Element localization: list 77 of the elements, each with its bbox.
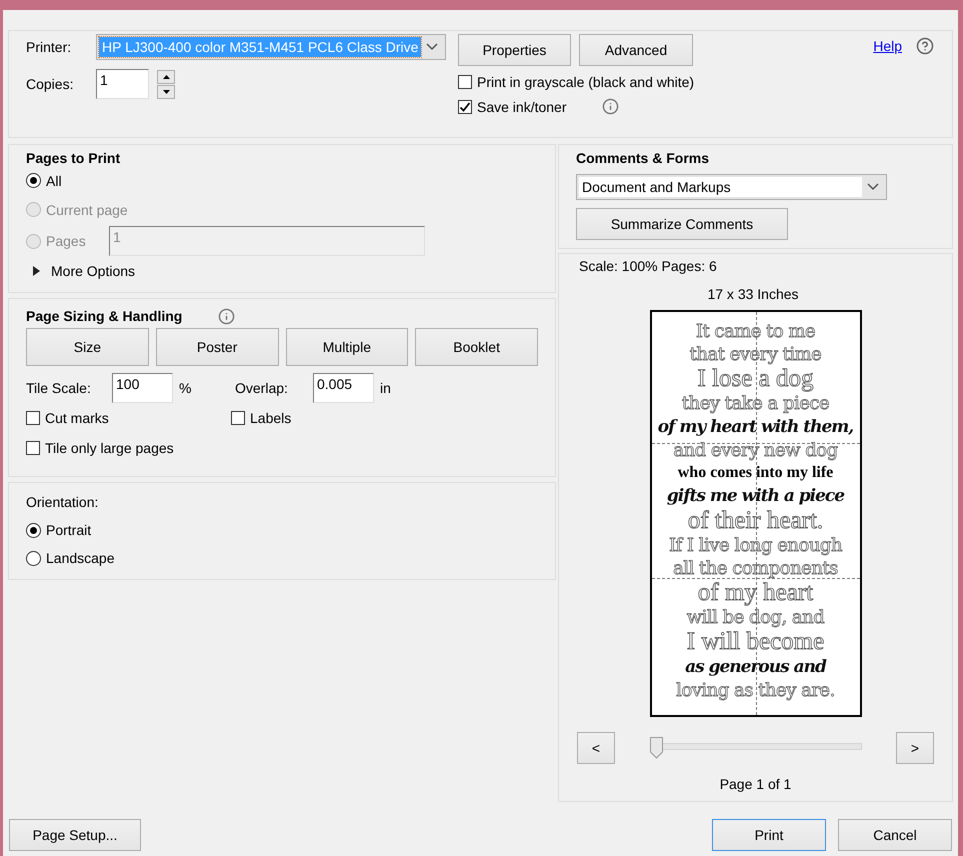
chevron-down-icon[interactable] <box>426 43 438 51</box>
mode-button[interactable]: Size <box>26 328 149 366</box>
slider-thumb[interactable] <box>650 737 662 759</box>
printer-label: Printer: <box>26 39 72 55</box>
radio-button[interactable] <box>26 522 41 538</box>
dialog-button[interactable]: Properties <box>458 34 571 66</box>
scale-info: Scale: 100% Pages: 6 <box>579 258 717 274</box>
copies-label: Copies: <box>26 76 74 92</box>
dialog-button[interactable]: Advanced <box>579 34 693 66</box>
page-slider[interactable] <box>650 737 862 759</box>
print-button[interactable]: Print <box>712 819 826 851</box>
document-text: I lose a dog <box>698 366 814 392</box>
section-title: Orientation: <box>26 494 100 510</box>
info-icon[interactable] <box>218 308 236 324</box>
document-text: loving as they are. <box>676 679 835 702</box>
document-text: that every time <box>690 343 822 366</box>
radio-label: Current page <box>46 202 128 218</box>
checkbox-label: Save ink/toner <box>477 98 566 114</box>
radio-label: Pages <box>46 233 87 249</box>
unit-label: % <box>178 380 192 396</box>
document-text: will be dog, and <box>686 606 824 629</box>
radio-label: All <box>46 172 62 188</box>
document-text: and every new dog <box>673 439 838 462</box>
section-title: Pages to Print <box>26 150 122 166</box>
paper-size-label: 17 x 33 Inches <box>707 286 799 302</box>
document-text: they take a piece <box>682 392 830 415</box>
checkbox[interactable] <box>231 411 245 425</box>
help-icon[interactable] <box>916 37 934 55</box>
comments-dropdown[interactable]: Document and Markups <box>576 174 887 200</box>
checkbox[interactable] <box>26 441 40 455</box>
unit-label: in <box>379 380 391 396</box>
copies-field[interactable]: 1 <box>96 69 149 99</box>
document-text: gifts me with a piece <box>666 485 844 508</box>
document-text: of my heart with them, <box>658 416 854 439</box>
document-text: of their heart. <box>688 508 824 534</box>
mode-button[interactable]: Multiple <box>286 328 408 366</box>
radio-label: Landscape <box>46 550 115 566</box>
radio-button[interactable] <box>26 550 41 566</box>
radio-button[interactable] <box>26 173 41 188</box>
document-text: all the components <box>673 557 838 580</box>
spin-up-button[interactable] <box>157 70 175 84</box>
next-page-button[interactable]: > <box>896 732 934 764</box>
summarize-comments-button[interactable]: Summarize Comments <box>576 208 788 240</box>
page-setup-button[interactable]: Page Setup... <box>9 819 141 851</box>
checkbox[interactable] <box>458 75 472 89</box>
field-label: Tile Scale: <box>26 380 92 396</box>
spin-down-button[interactable] <box>157 84 175 98</box>
chevron-down-icon[interactable] <box>867 183 879 191</box>
document-text: of my heart <box>698 580 814 606</box>
document-text: who comes into my life <box>678 463 834 483</box>
section-title: Page Sizing & Handling <box>26 308 182 324</box>
checkbox[interactable] <box>458 100 472 114</box>
document-text: I will become <box>686 629 824 655</box>
triangle-right-icon[interactable] <box>33 266 41 276</box>
mode-button[interactable]: Booklet <box>415 328 538 366</box>
document-text: as generous and <box>685 656 826 679</box>
mode-button[interactable]: Poster <box>156 328 278 366</box>
page-indicator: Page 1 of 1 <box>720 776 792 792</box>
document-text: If I live long enough <box>668 534 842 557</box>
field-label: Overlap: <box>235 380 289 396</box>
checkbox[interactable] <box>26 411 40 425</box>
cancel-button[interactable]: Cancel <box>838 819 952 851</box>
checkbox-label: Labels <box>250 410 292 426</box>
overlap-field[interactable]: 0.005 <box>313 373 374 403</box>
section-title: Comments & Forms <box>576 150 710 166</box>
checkbox-label: Cut marks <box>45 410 109 426</box>
help-link[interactable]: Help <box>873 38 902 54</box>
info-icon[interactable] <box>602 98 618 115</box>
up-arrow-icon <box>162 74 170 78</box>
more-options-toggle[interactable]: More Options <box>51 263 136 279</box>
down-arrow-icon <box>162 90 170 94</box>
document-text: It came to me <box>696 320 816 343</box>
checkbox-label: Print in grayscale (black and white) <box>477 74 694 90</box>
tile-scale-field[interactable]: 100 <box>112 373 173 403</box>
previous-page-button[interactable]: < <box>577 732 615 764</box>
radio-label: Portrait <box>46 522 92 538</box>
checkbox-label: Tile only large pages <box>45 440 174 456</box>
